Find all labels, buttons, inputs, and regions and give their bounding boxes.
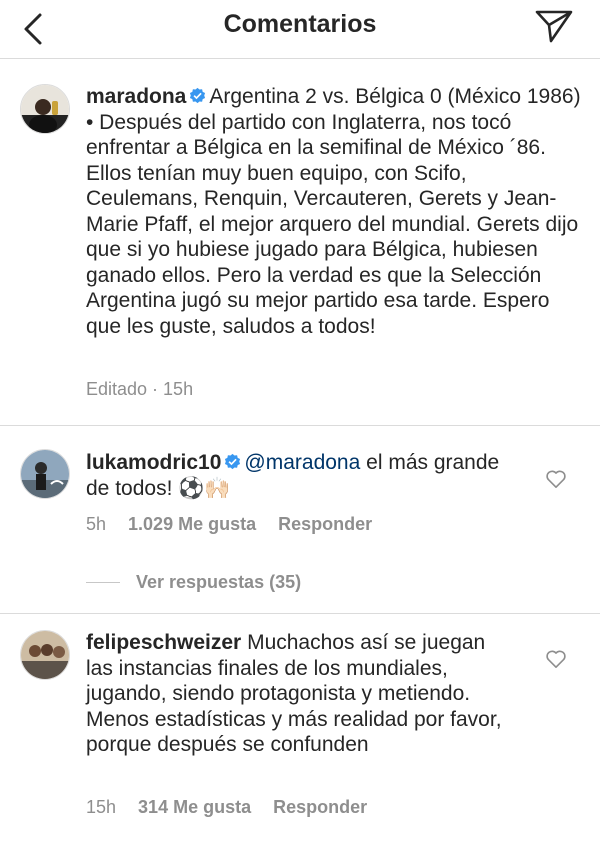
verified-badge-icon (225, 453, 241, 470)
header-bar: Comentarios (0, 0, 600, 59)
comment-text: lukamodric10 @maradona el más grande de t… (86, 450, 526, 501)
caption-body: Argentina 2 vs. Bélgica 0 (México 1986) … (86, 85, 581, 338)
avatar[interactable] (20, 449, 70, 499)
comment-text: felipeschweizer Muchachos así se juegan … (86, 630, 514, 758)
avatar[interactable] (20, 84, 70, 134)
divider (0, 425, 600, 426)
reply-button[interactable]: Responder (278, 514, 372, 534)
heart-outline-icon[interactable] (545, 469, 567, 489)
view-replies-label[interactable]: Ver respuestas (35) (136, 572, 301, 593)
comment-meta: 15h 314 Me gusta Responder (86, 797, 389, 818)
reply-button[interactable]: Responder (273, 797, 367, 817)
heart-outline-icon[interactable] (545, 649, 567, 669)
like-count[interactable]: 314 Me gusta (138, 797, 251, 817)
comment-meta: 5h 1.029 Me gusta Responder (86, 514, 394, 535)
comment-time: 5h (86, 514, 107, 534)
divider (0, 613, 600, 614)
caption-text: maradona Argentina 2 vs. Bélgica 0 (Méxic… (86, 84, 581, 339)
verified-badge-icon (190, 87, 206, 104)
mention-link[interactable]: @maradona (244, 451, 360, 474)
edited-label: Editado · 15h (86, 379, 194, 399)
comment-username[interactable]: felipeschweizer (86, 631, 241, 654)
avatar[interactable] (20, 630, 70, 680)
caption-username[interactable]: maradona (86, 85, 186, 108)
like-count[interactable]: 1.029 Me gusta (128, 514, 256, 534)
comment-username[interactable]: lukamodric10 (86, 451, 221, 474)
paper-plane-icon[interactable] (534, 8, 574, 44)
replies-line (86, 581, 120, 583)
view-replies-button[interactable]: Ver respuestas (35) (86, 570, 301, 594)
caption-meta: Editado · 15h (86, 379, 215, 400)
comment-time: 15h (86, 797, 117, 817)
page-title: Comentarios (223, 10, 377, 38)
